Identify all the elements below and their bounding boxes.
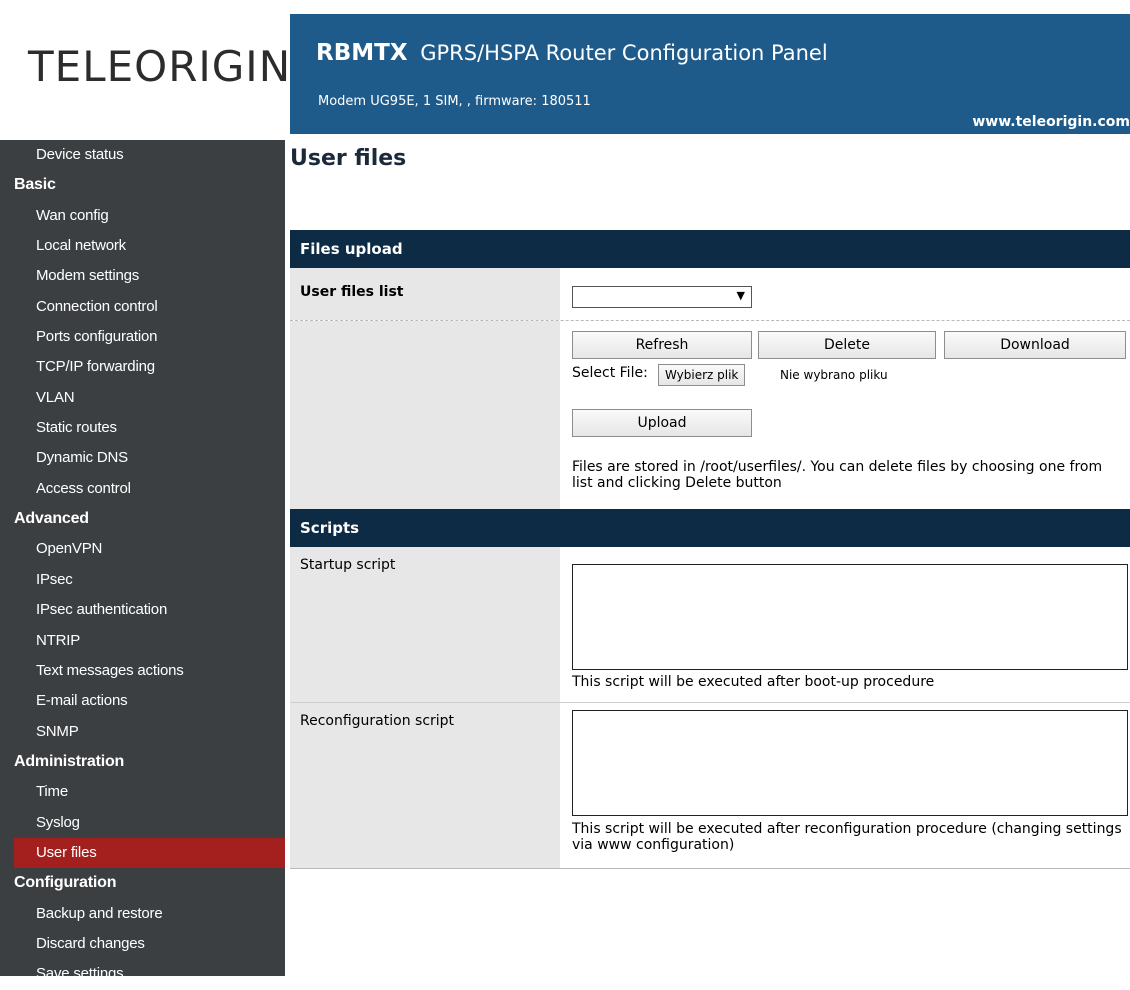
sidebar-item-access-control[interactable]: Access control — [0, 474, 285, 504]
sidebar-item-wan-config[interactable]: Wan config — [0, 201, 285, 231]
sidebar-item-discard-changes[interactable]: Discard changes — [0, 929, 285, 959]
reconfig-script-textarea[interactable] — [572, 710, 1128, 816]
sidebar-item-save-settings[interactable]: Save settings — [0, 959, 285, 989]
files-upload-header: Files upload — [290, 230, 1130, 268]
user-files-select[interactable]: ▼ — [572, 286, 752, 308]
sidebar-item-ports-configuration[interactable]: Ports configuration — [0, 322, 285, 352]
files-info-text: Files are stored in /root/userfiles/. Yo… — [572, 459, 1103, 491]
sidebar-item-device-status[interactable]: Device status — [0, 140, 285, 170]
logo-area: TELEORIGIN — [0, 0, 290, 140]
sidebar-item-static-routes[interactable]: Static routes — [0, 413, 285, 443]
reconfig-script-label: Reconfiguration script — [290, 703, 560, 868]
header-title-text: GPRS/HSPA Router Configuration Panel — [420, 41, 828, 65]
upload-actions-label-cell — [290, 321, 560, 509]
upload-actions-cell: Refresh Delete Download Select File: Wyb… — [560, 321, 1130, 509]
sidebar-item-backup-and-restore[interactable]: Backup and restore — [0, 899, 285, 929]
sidebar-item-syslog[interactable]: Syslog — [0, 808, 285, 838]
sidebar-category-administration: Administration — [14, 752, 125, 770]
sidebar-category-basic: Basic — [14, 176, 56, 194]
sidebar-item-ntrip[interactable]: NTRIP — [0, 626, 285, 656]
header-title: RBMTX GPRS/HSPA Router Configuration Pan… — [316, 40, 828, 66]
sidebar-item-text-messages-actions[interactable]: Text messages actions — [0, 656, 285, 686]
user-files-list-cell: ▼ — [560, 268, 1130, 320]
sidebar-item-time[interactable]: Time — [0, 777, 285, 807]
reconfig-script-cell: This script will be executed after recon… — [560, 703, 1130, 868]
sidebar-category-advanced: Advanced — [14, 510, 89, 528]
refresh-button[interactable]: Refresh — [572, 331, 752, 359]
delete-button[interactable]: Delete — [758, 331, 936, 359]
divider — [290, 868, 1130, 869]
sidebar-item-ipsec[interactable]: IPsec — [0, 565, 285, 595]
sidebar-item-snmp[interactable]: SNMP — [0, 717, 285, 747]
sidebar-item-tcp-ip-forwarding[interactable]: TCP/IP forwarding — [0, 352, 285, 382]
startup-script-textarea[interactable] — [572, 564, 1128, 670]
page-title: User files — [290, 146, 407, 171]
chevron-down-icon: ▼ — [736, 289, 745, 302]
header-url: www.teleorigin.com — [972, 114, 1130, 130]
sidebar-item-openvpn[interactable]: OpenVPN — [0, 534, 285, 564]
header-title-model: RBMTX — [316, 40, 408, 66]
choose-file-button[interactable]: Wybierz plik — [658, 364, 746, 386]
sidebar-item-vlan[interactable]: VLAN — [0, 383, 285, 413]
sidebar-item-ipsec-authentication[interactable]: IPsec authentication — [0, 595, 285, 625]
sidebar-category-configuration: Configuration — [14, 874, 117, 892]
scripts-header: Scripts — [290, 509, 1130, 547]
reconfig-script-hint: This script will be executed after recon… — [572, 821, 1122, 853]
header-subtitle: Modem UG95E, 1 SIM, , firmware: 180511 — [318, 94, 591, 109]
upload-button[interactable]: Upload — [572, 409, 752, 437]
teleorigin-logo: TELEORIGIN — [28, 42, 292, 91]
header-banner: RBMTX GPRS/HSPA Router Configuration Pan… — [290, 14, 1130, 134]
sidebar-item-e-mail-actions[interactable]: E-mail actions — [0, 686, 285, 716]
startup-script-hint: This script will be executed after boot-… — [572, 674, 935, 690]
sidebar-nav: Device status Basic Wan config Local networ… — [0, 140, 285, 982]
startup-script-label: Startup script — [290, 547, 560, 702]
sidebar-item-dynamic-dns[interactable]: Dynamic DNS — [0, 443, 285, 473]
select-file-label: Select File: — [572, 365, 648, 381]
no-file-text: Nie wybrano pliku — [780, 368, 888, 382]
sidebar-item-modem-settings[interactable]: Modem settings — [0, 261, 285, 291]
startup-script-cell: This script will be executed after boot-… — [560, 547, 1130, 702]
user-files-list-label: User files list — [290, 268, 560, 320]
download-button[interactable]: Download — [944, 331, 1126, 359]
sidebar-item-user-files[interactable]: User files — [14, 837, 285, 869]
sidebar-item-connection-control[interactable]: Connection control — [0, 292, 285, 322]
sidebar-item-local-network[interactable]: Local network — [0, 231, 285, 261]
